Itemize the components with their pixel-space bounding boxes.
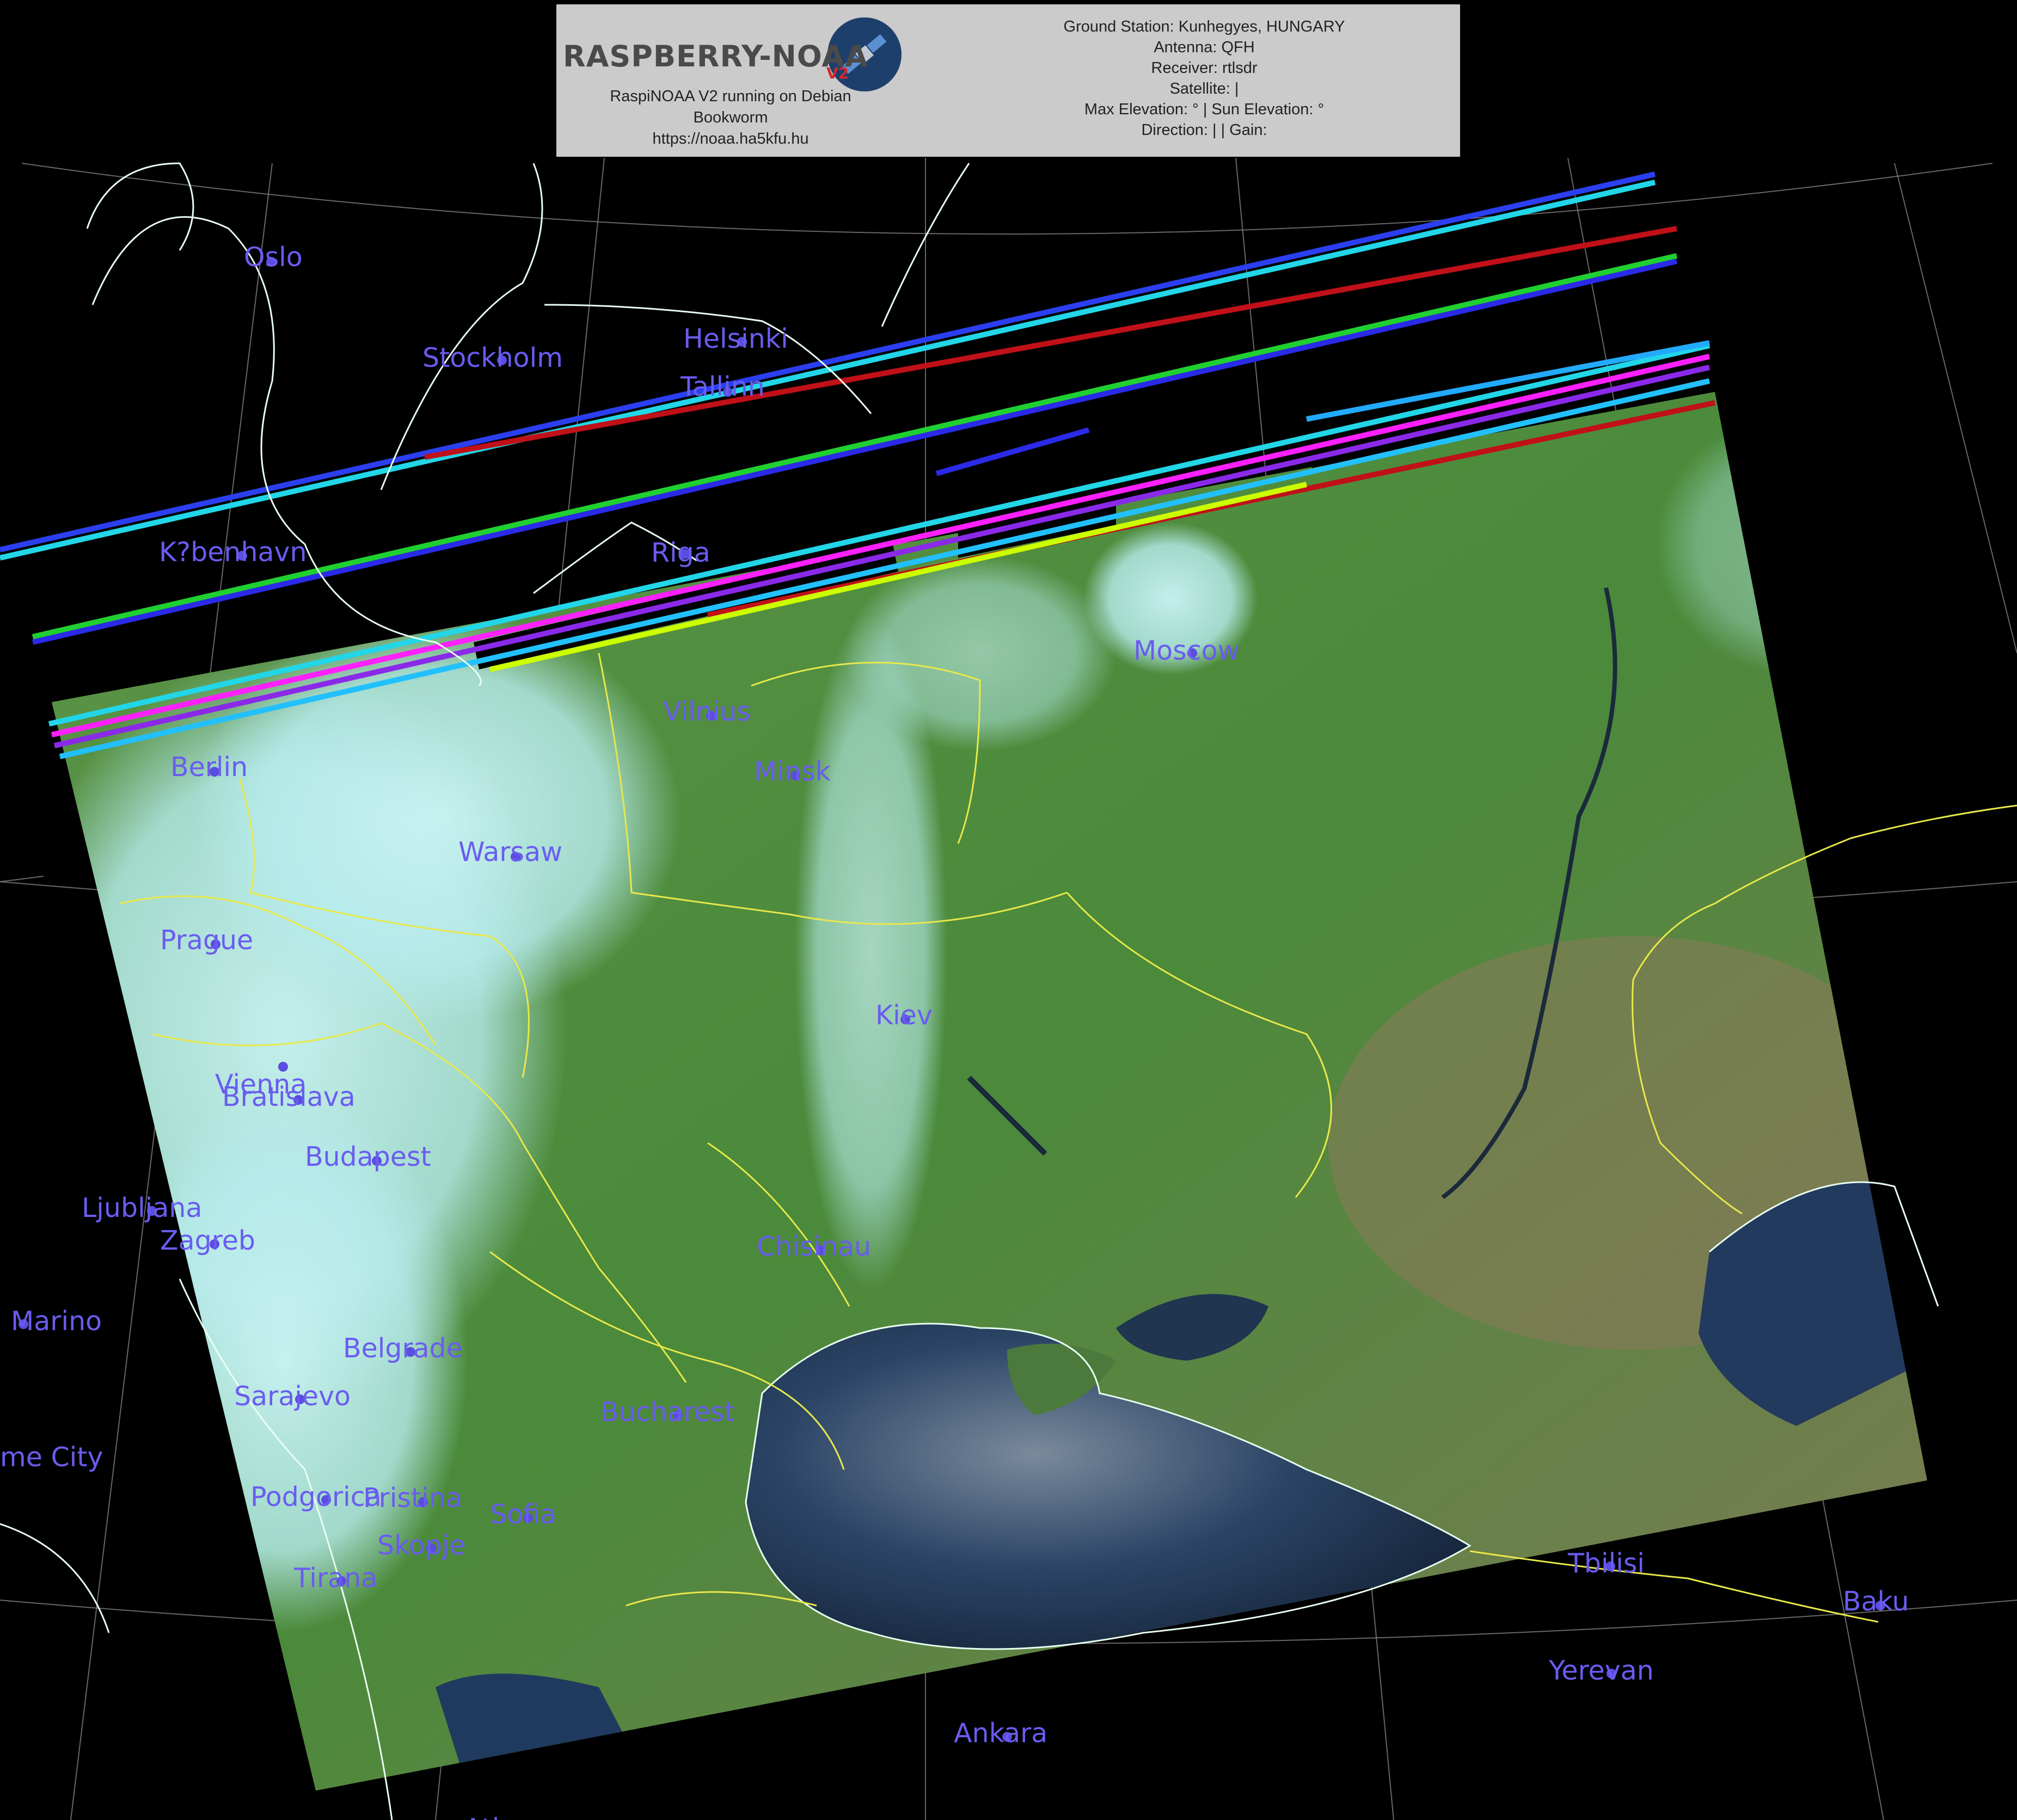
city-marker: Berlin	[170, 752, 248, 783]
city-label: Warsaw	[458, 837, 562, 868]
satellite-map-view: Oslo Stockholm Helsinki Tallinn K?benhavn Rig…	[0, 0, 2017, 1820]
city-marker: K?benhavn	[159, 537, 307, 568]
city-marker: Chisinau	[757, 1231, 871, 1262]
ground-station-header: RASPBERRY-NOAA V2 RaspiNOAA V2 running o…	[556, 4, 1460, 157]
city-label: Oslo	[244, 242, 303, 273]
city-marker: Bucharest	[600, 1397, 735, 1428]
city-label: Vilnius	[663, 696, 751, 727]
city-marker: Tallinn	[680, 371, 765, 402]
city-label: Kiev	[875, 1000, 933, 1031]
logo-text: RASPBERRY-NOAA	[563, 39, 868, 73]
city-label: Bratislava	[222, 1081, 355, 1112]
city-marker: Prague	[160, 925, 253, 956]
city-label: Helsinki	[683, 323, 788, 354]
satellite-line: Satellite: |	[1169, 80, 1239, 97]
city-marker: Sarajevo	[234, 1381, 351, 1412]
city-marker: Pristina	[363, 1483, 462, 1514]
city-marker: Belgrade	[343, 1333, 463, 1364]
city-label: Berlin	[170, 752, 248, 783]
city-marker: Warsaw	[458, 837, 562, 868]
city-marker: Kiev	[875, 1000, 933, 1031]
city-marker: Budapest	[305, 1141, 431, 1172]
city-label: Moscow	[1133, 635, 1240, 666]
city-marker: Oslo	[244, 242, 303, 273]
city-marker: Minsk	[754, 756, 831, 787]
ground-station-line: Ground Station: Kunhegyes, HUNGARY	[1063, 18, 1345, 35]
city-label: Athens	[464, 1813, 556, 1820]
subtitle-url: https://noaa.ha5kfu.hu	[652, 130, 809, 147]
city-label: Riga	[651, 537, 710, 568]
map-canvas: Oslo Stockholm Helsinki Tallinn K?benhavn Rig…	[0, 157, 2017, 1820]
city-marker: Marino	[11, 1306, 102, 1337]
city-marker: Sofia	[490, 1499, 556, 1530]
city-marker: Ljubljana	[82, 1192, 202, 1223]
city-label: K?benhavn	[159, 537, 307, 568]
city-label: Minsk	[754, 756, 831, 787]
station-subtitle: RaspiNOAA V2 running on Debian Bookworm …	[556, 86, 905, 150]
city-label: Prague	[160, 925, 253, 956]
city-marker: Stockholm	[422, 342, 563, 373]
city-marker: me City	[0, 1442, 103, 1473]
pass-info: Ground Station: Kunhegyes, HUNGARY Anten…	[970, 16, 1438, 140]
elevation-line: Max Elevation: ° | Sun Elevation: °	[1084, 101, 1325, 118]
city-label: Sarajevo	[234, 1381, 351, 1412]
logo-version-badge: V2	[826, 64, 849, 82]
city-label: Podgorica	[250, 1481, 382, 1512]
subtitle-line: RaspiNOAA V2 running on Debian	[610, 88, 851, 105]
city-label: Marino	[11, 1306, 102, 1337]
city-marker: Ankara	[954, 1718, 1047, 1749]
city-label: Budapest	[305, 1141, 431, 1172]
city-marker: Riga	[651, 537, 710, 568]
city-marker: Skopje	[377, 1530, 466, 1561]
city-label: Stockholm	[422, 342, 563, 373]
receiver-line: Receiver: rtlsdr	[1151, 59, 1258, 77]
city-label: Yerevan	[1548, 1655, 1654, 1686]
city-label: Baku	[1843, 1586, 1909, 1617]
antenna-line: Antenna: QFH	[1154, 39, 1255, 56]
city-marker: Zagreb	[160, 1225, 255, 1256]
city-marker: Bratislava	[222, 1081, 355, 1112]
city-marker: Helsinki	[683, 323, 788, 354]
city-label: Chisinau	[757, 1231, 871, 1262]
city-label: Skopje	[377, 1530, 466, 1561]
city-label: me City	[0, 1442, 103, 1473]
city-label: Tbilisi	[1567, 1548, 1645, 1579]
city-marker: Tirana	[293, 1563, 377, 1594]
city-label: Sofia	[490, 1499, 556, 1530]
city-label: Bucharest	[600, 1397, 735, 1428]
city-marker: Athens	[464, 1813, 556, 1820]
subtitle-line: Bookworm	[693, 109, 768, 126]
city-label: Tallinn	[680, 371, 765, 402]
city-marker: Vilnius	[663, 696, 751, 727]
city-label: Pristina	[363, 1483, 462, 1514]
city-label: Belgrade	[343, 1333, 463, 1364]
raspberry-noaa-logo: RASPBERRY-NOAA V2	[560, 12, 908, 91]
direction-gain-line: Direction: | | Gain:	[1141, 121, 1267, 139]
city-marker: Baku	[1843, 1586, 1909, 1617]
city-label: Ankara	[954, 1718, 1047, 1749]
city-label: Zagreb	[160, 1225, 255, 1256]
city-marker: Yerevan	[1548, 1655, 1654, 1686]
city-label: Tirana	[293, 1563, 377, 1594]
city-marker: Podgorica	[250, 1481, 382, 1512]
city-label: Ljubljana	[82, 1192, 202, 1223]
city-marker: Tbilisi	[1567, 1548, 1645, 1579]
city-marker: Moscow	[1133, 635, 1240, 666]
